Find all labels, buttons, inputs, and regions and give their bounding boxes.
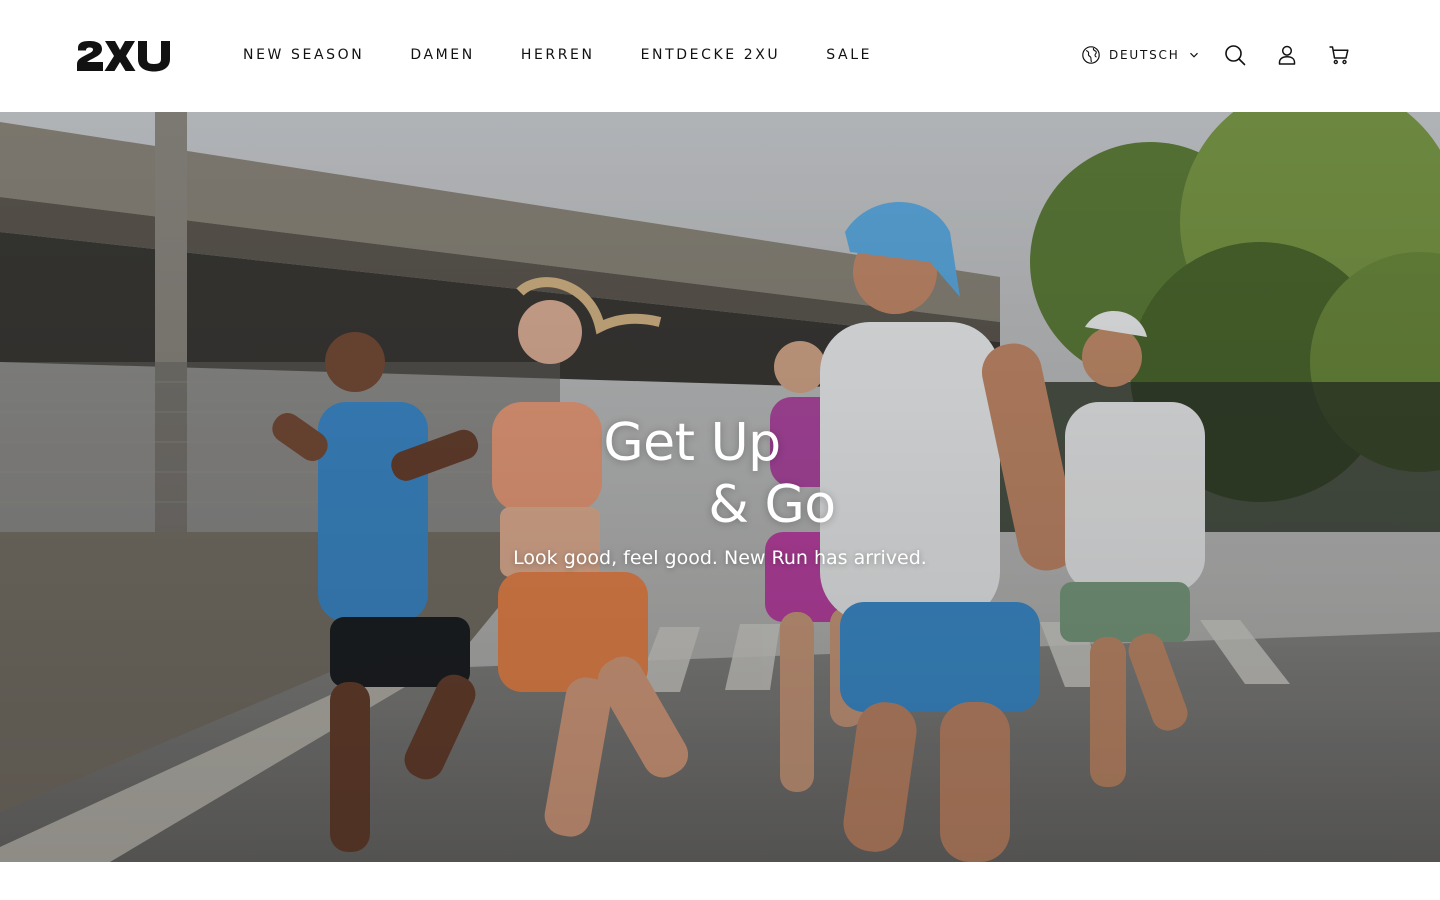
hero-title-line-1: Get Up (603, 413, 781, 473)
brand-logo[interactable] (76, 40, 182, 72)
main-nav: NEW SEASON DAMEN HERREN ENTDECKE 2XU SAL… (243, 44, 872, 66)
account-button[interactable] (1275, 43, 1299, 67)
hero-banner[interactable]: Get Up & Go Look good, feel good. New Ru… (0, 112, 1440, 862)
nav-item-sale[interactable]: SALE (826, 47, 872, 63)
hero-subtitle: Look good, feel good. New Run has arrive… (513, 547, 927, 569)
account-icon (1278, 45, 1296, 65)
search-button[interactable] (1223, 43, 1247, 67)
nav-item-damen[interactable]: DAMEN (410, 47, 475, 63)
hero-title-line-2: & Go (708, 475, 836, 535)
language-label: DEUTSCH (1109, 48, 1180, 62)
hero-content: Get Up & Go Look good, feel good. New Ru… (0, 412, 1440, 570)
page-continuation (0, 862, 1440, 900)
globe-icon (1082, 46, 1100, 64)
chevron-down-icon (1189, 52, 1198, 58)
brand-logo-mark (77, 41, 170, 72)
language-selector[interactable]: DEUTSCH (1081, 44, 1199, 66)
cart-icon (1329, 46, 1349, 65)
nav-item-herren[interactable]: HERREN (521, 47, 595, 63)
site-header: NEW SEASON DAMEN HERREN ENTDECKE 2XU SAL… (0, 0, 1440, 112)
search-icon (1225, 45, 1246, 66)
nav-item-new-season[interactable]: NEW SEASON (243, 47, 364, 63)
hero-title: Get Up & Go (0, 412, 1440, 536)
nav-item-entdecke-2xu[interactable]: ENTDECKE 2XU (641, 47, 781, 63)
cart-button[interactable] (1327, 43, 1351, 67)
